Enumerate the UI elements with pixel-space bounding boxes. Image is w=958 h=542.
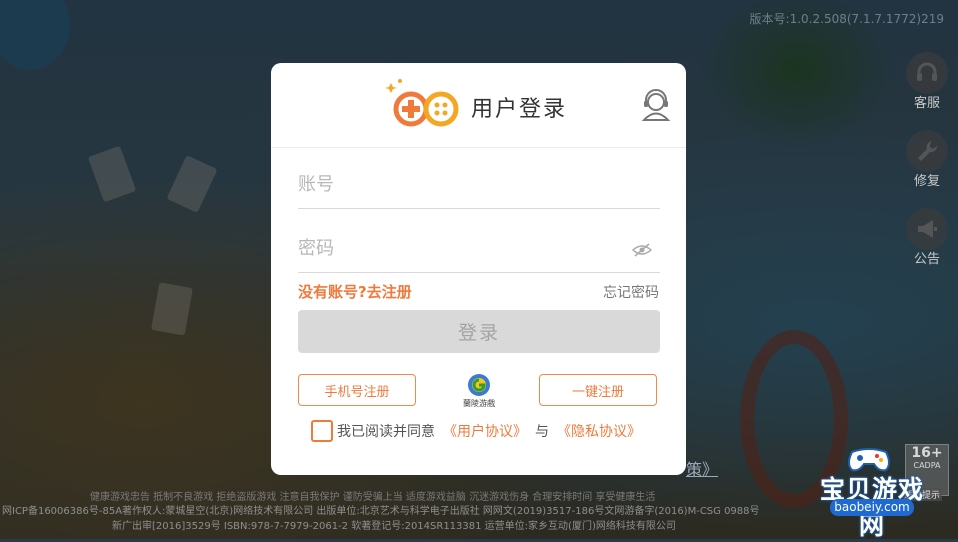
announcement-label: 公告: [913, 252, 940, 267]
repair-button[interactable]: 修复: [904, 130, 950, 189]
customer-service-label: 客服: [913, 96, 940, 111]
repair-label: 修复: [913, 174, 940, 189]
version-label: 版本号:1.0.2.508(7.1.7.1772)219: [749, 12, 944, 26]
footer-license-line: 网ICP备16006386号-85A著作权人:蒙城星空(北京)网络技术有限公司 …: [2, 506, 760, 517]
footer-publish-line: 新广出审[2016]3529号 ISBN:978-7-7979-2061-2 软…: [112, 521, 676, 532]
announcement-button[interactable]: 公告: [904, 208, 950, 267]
agreement-checkbox[interactable]: [311, 420, 333, 442]
publisher-logo-icon: [468, 374, 490, 396]
publisher-logo: 蘭陵游戲: [459, 372, 499, 410]
privacy-agreement-link[interactable]: 《隐私协议》: [557, 421, 641, 441]
login-button[interactable]: 登录: [298, 310, 660, 353]
quick-register-button[interactable]: 一键注册: [539, 374, 657, 406]
support-agent-icon[interactable]: [640, 87, 672, 121]
agreement-text: 我已阅读并同意: [337, 424, 435, 440]
agreement-and-text: 与: [535, 424, 549, 440]
phone-register-button[interactable]: 手机号注册: [298, 374, 416, 406]
policy-link-peek: 策》: [686, 460, 719, 479]
account-field: [298, 164, 660, 209]
site-watermark: 宝贝游戏网 baobeiy.com: [812, 448, 952, 540]
publisher-logo-caption: 蘭陵游戲: [463, 399, 495, 408]
megaphone-icon: [906, 208, 948, 250]
footer-health-notice: 健康游戏忠告 抵制不良游戏 拒绝盗版游戏 注意自我保护 谨防受骗上当 适度游戏益…: [90, 492, 656, 503]
password-input[interactable]: [298, 228, 618, 268]
agreement-row: 我已阅读并同意 《用户协议》 与 《隐私协议》: [311, 419, 649, 443]
customer-service-button[interactable]: 客服: [904, 52, 950, 111]
dialog-title: 用户登录: [471, 97, 568, 122]
game-logo-icon: [385, 79, 459, 127]
user-agreement-link[interactable]: 《用户协议》: [443, 421, 527, 441]
dialog-header: 用户登录: [271, 63, 686, 148]
password-field: [298, 228, 660, 273]
watermark-url: baobeiy.com: [830, 499, 914, 516]
login-dialog: 用户登录 没有账号?去注册 忘记密码 登录 手机号注册 蘭陵游戲 一键注册: [271, 63, 686, 475]
eye-hidden-icon[interactable]: [632, 242, 652, 258]
account-input[interactable]: [298, 164, 618, 204]
headset-icon: [906, 52, 948, 94]
forgot-password-link[interactable]: 忘记密码: [603, 282, 659, 302]
register-link[interactable]: 没有账号?去注册: [298, 281, 412, 302]
wrench-icon: [906, 130, 948, 172]
